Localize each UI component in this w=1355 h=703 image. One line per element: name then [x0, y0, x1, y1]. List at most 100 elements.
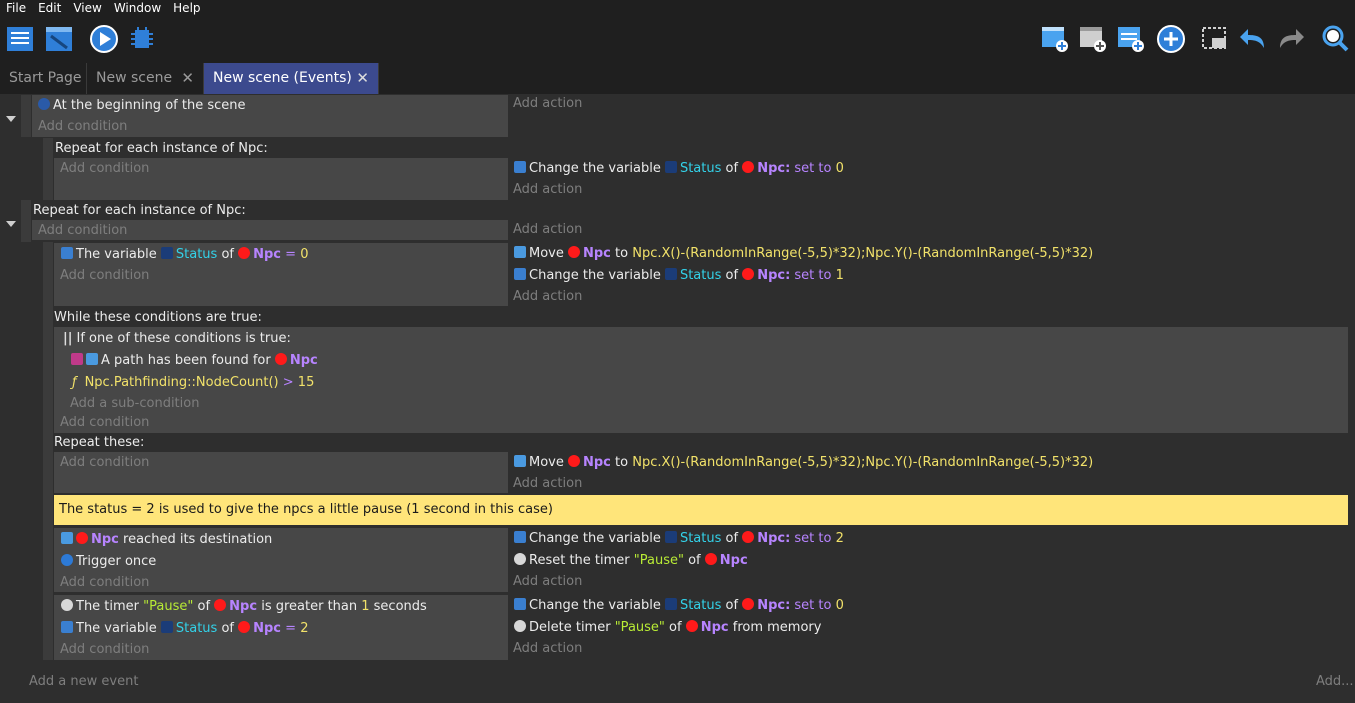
move-icon: [514, 455, 526, 467]
add-action[interactable]: Add action: [513, 476, 582, 492]
text: Change the variable: [529, 531, 665, 546]
collapse-caret[interactable]: [6, 116, 16, 122]
tab-new-scene-events[interactable]: New scene (Events) ✕: [204, 63, 379, 94]
action[interactable]: Move Npc to Npc.X()-(RandomInRange(-5,5)…: [514, 246, 1093, 262]
add-action[interactable]: Add action: [513, 222, 582, 238]
add-condition[interactable]: Add condition: [60, 642, 149, 658]
condition[interactable]: The variable Status of Npc = 2: [61, 621, 308, 637]
add-condition[interactable]: Add condition: [60, 455, 149, 471]
add-condition[interactable]: Add condition: [60, 268, 149, 284]
object-name: Npc: [91, 532, 119, 547]
add-condition[interactable]: Add condition: [60, 415, 149, 431]
variable-name: Status: [679, 598, 722, 613]
condition[interactable]: At the beginning of the scene: [38, 98, 245, 114]
menu-file[interactable]: File: [0, 0, 32, 17]
collapse-caret[interactable]: [6, 221, 16, 227]
undo-icon[interactable]: [1238, 24, 1268, 54]
add-other-icon[interactable]: [1116, 24, 1146, 54]
text: Change the variable: [529, 598, 665, 613]
trigger-once-icon: [61, 554, 73, 566]
timer-icon: [514, 620, 526, 632]
close-icon[interactable]: ✕: [356, 63, 369, 94]
add-action[interactable]: Add action: [513, 574, 582, 590]
condition[interactable]: Trigger once: [61, 554, 156, 570]
text: Delete timer: [529, 620, 615, 635]
condition[interactable]: Npc reached its destination: [61, 532, 272, 548]
debugger-icon[interactable]: [127, 24, 157, 54]
add-condition[interactable]: Add condition: [60, 575, 149, 591]
tab-label: Start Page: [9, 70, 82, 86]
project-manager-icon[interactable]: [5, 24, 35, 54]
scene-editor-icon[interactable]: [44, 24, 74, 54]
add-action[interactable]: Add action: [513, 641, 582, 657]
menu-window[interactable]: Window: [108, 0, 167, 17]
variable-icon: [664, 161, 677, 173]
expression: Npc.X()-(RandomInRange(-5,5)*32);Npc.Y()…: [632, 455, 1094, 470]
action[interactable]: Change the variable Status of Npc: set t…: [514, 598, 844, 614]
condition[interactable]: ƒ Npc.Pathfinding::NodeCount() > 15: [72, 375, 314, 391]
tab-new-scene[interactable]: New scene ✕: [87, 63, 204, 94]
object-name: Npc:: [757, 598, 791, 613]
object-icon: [685, 620, 698, 632]
tab-start-page[interactable]: Start Page: [0, 63, 87, 94]
value: 2: [300, 621, 309, 636]
object-name: Npc: [289, 353, 318, 368]
add-more[interactable]: Add...: [1316, 674, 1354, 690]
operator: set to: [790, 268, 836, 283]
add-group-icon[interactable]: [1156, 24, 1186, 54]
or-condition[interactable]: || If one of these conditions is true:: [63, 331, 291, 347]
condition[interactable]: The variable Status of Npc = 0: [61, 247, 308, 263]
delete-icon[interactable]: [1200, 24, 1230, 54]
add-event-icon[interactable]: [1040, 24, 1070, 54]
search-icon[interactable]: [1320, 24, 1350, 54]
action[interactable]: Change the variable Status of Npc: set t…: [514, 161, 844, 177]
indent-bar: [43, 242, 53, 660]
preview-icon[interactable]: [89, 24, 119, 54]
condition[interactable]: A path has been found for Npc: [71, 353, 318, 369]
action[interactable]: Reset the timer "Pause" of Npc: [514, 553, 748, 569]
menu-edit[interactable]: Edit: [32, 0, 67, 17]
add-action[interactable]: Add action: [513, 289, 582, 305]
variable-icon: [664, 268, 677, 280]
redo-icon[interactable]: [1276, 24, 1306, 54]
text: The variable: [76, 621, 161, 636]
add-condition[interactable]: Add condition: [38, 223, 127, 239]
text: of: [721, 268, 743, 283]
string: "Pause": [633, 553, 684, 568]
add-action[interactable]: Add action: [513, 182, 582, 198]
menu-help[interactable]: Help: [167, 0, 206, 17]
close-icon[interactable]: ✕: [181, 63, 194, 94]
value: 15: [297, 375, 315, 390]
text: of: [683, 553, 705, 568]
add-condition[interactable]: Add condition: [60, 161, 149, 177]
action[interactable]: Change the variable Status of Npc: set t…: [514, 268, 844, 284]
value: 0: [835, 598, 844, 613]
add-action[interactable]: Add action: [513, 96, 582, 112]
text: A path has been found for: [101, 353, 275, 368]
action[interactable]: Delete timer "Pause" of Npc from memory: [514, 620, 821, 636]
text: of: [721, 531, 743, 546]
expression: Npc.X()-(RandomInRange(-5,5)*32);Npc.Y()…: [632, 246, 1094, 261]
operator: =: [281, 247, 301, 262]
add-condition[interactable]: Add condition: [38, 119, 127, 135]
add-subevent-icon[interactable]: [1078, 24, 1108, 54]
variable-icon: [514, 598, 526, 610]
object-name: Npc: [229, 599, 258, 614]
indent-bar: [21, 200, 31, 242]
object-icon: [742, 268, 755, 280]
add-subcondition[interactable]: Add a sub-condition: [70, 396, 199, 412]
value: 2: [835, 531, 844, 546]
object-icon: [568, 455, 580, 467]
comment[interactable]: The status = 2 is used to give the npcs …: [54, 495, 1348, 525]
repeat-header: Repeat these:: [54, 435, 145, 450]
function-icon: ƒ: [72, 375, 77, 390]
menu-view[interactable]: View: [67, 0, 107, 17]
value: 0: [835, 161, 844, 176]
condition[interactable]: The timer "Pause" of Npc is greater than…: [61, 599, 427, 615]
add-new-event[interactable]: Add a new event: [29, 674, 138, 690]
action[interactable]: Move Npc to Npc.X()-(RandomInRange(-5,5)…: [514, 455, 1093, 471]
object-icon: [742, 531, 755, 543]
text: of: [721, 161, 743, 176]
action[interactable]: Change the variable Status of Npc: set t…: [514, 531, 844, 547]
toolbar: [0, 17, 1355, 63]
